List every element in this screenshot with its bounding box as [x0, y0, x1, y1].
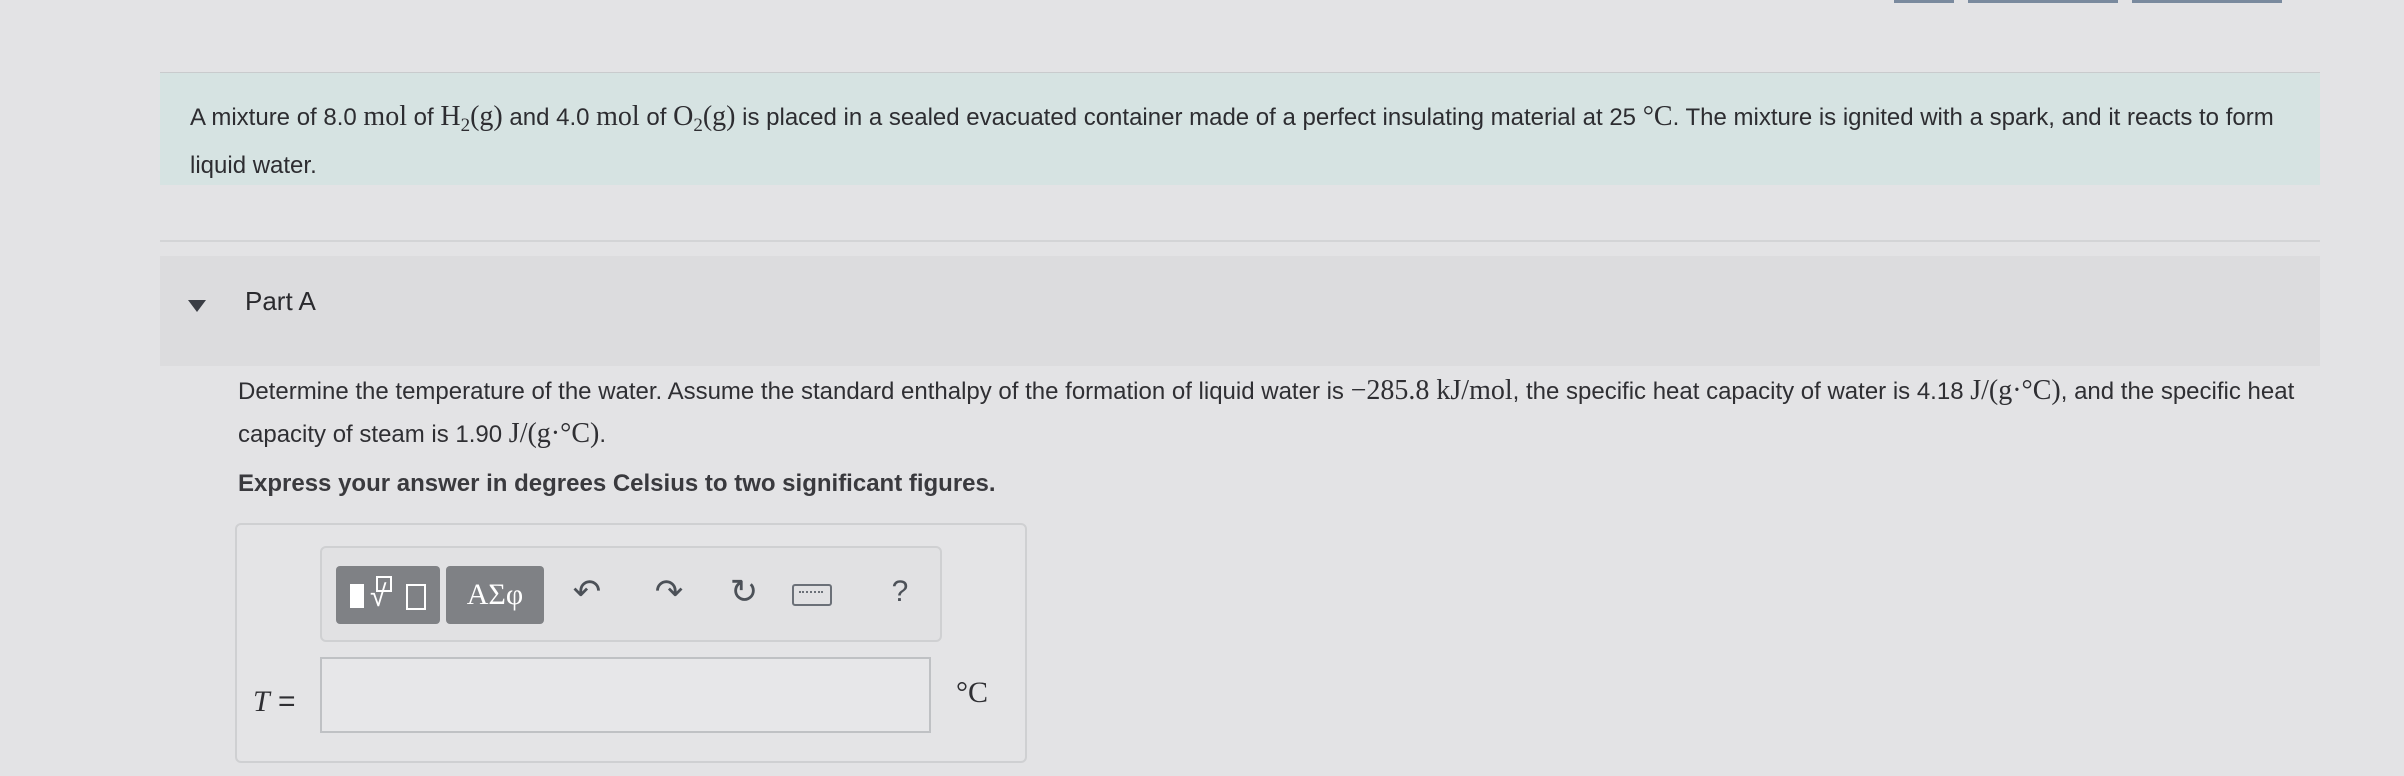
greek-symbols-button[interactable]: ΑΣφ	[446, 566, 544, 624]
top-links-fragment	[1894, 0, 2324, 6]
placeholder-box-icon	[406, 584, 426, 610]
section-divider	[160, 240, 2320, 242]
question-text: Determine the temperature of the water. …	[238, 375, 2295, 449]
keyboard-icon[interactable]	[792, 584, 832, 606]
templates-button[interactable]: √	[336, 566, 440, 624]
templates-icon	[350, 584, 364, 608]
radical-icon: √	[370, 580, 387, 613]
help-icon[interactable]: ?	[878, 570, 922, 614]
answer-input[interactable]	[320, 657, 931, 733]
math-toolbar: √ ΑΣφ ↶ ↷ ↻ ?	[320, 546, 942, 642]
problem-intro-panel: A mixture of 8.0 mol of H2(g) and 4.0 mo…	[160, 72, 2320, 185]
answer-instruction: Express your answer in degrees Celsius t…	[238, 470, 996, 497]
undo-icon[interactable]: ↶	[565, 570, 609, 614]
redo-icon[interactable]: ↷	[647, 570, 691, 614]
part-a-header[interactable]: Part A	[160, 256, 2320, 366]
answer-unit-label: °C	[956, 676, 989, 709]
answer-variable-label: T =	[253, 685, 296, 718]
reset-icon[interactable]: ↻	[722, 570, 766, 614]
problem-intro-text: A mixture of 8.0 mol of H2(g) and 4.0 mo…	[190, 101, 2274, 179]
collapse-triangle-icon[interactable]	[188, 300, 206, 312]
part-title: Part A	[245, 286, 316, 316]
